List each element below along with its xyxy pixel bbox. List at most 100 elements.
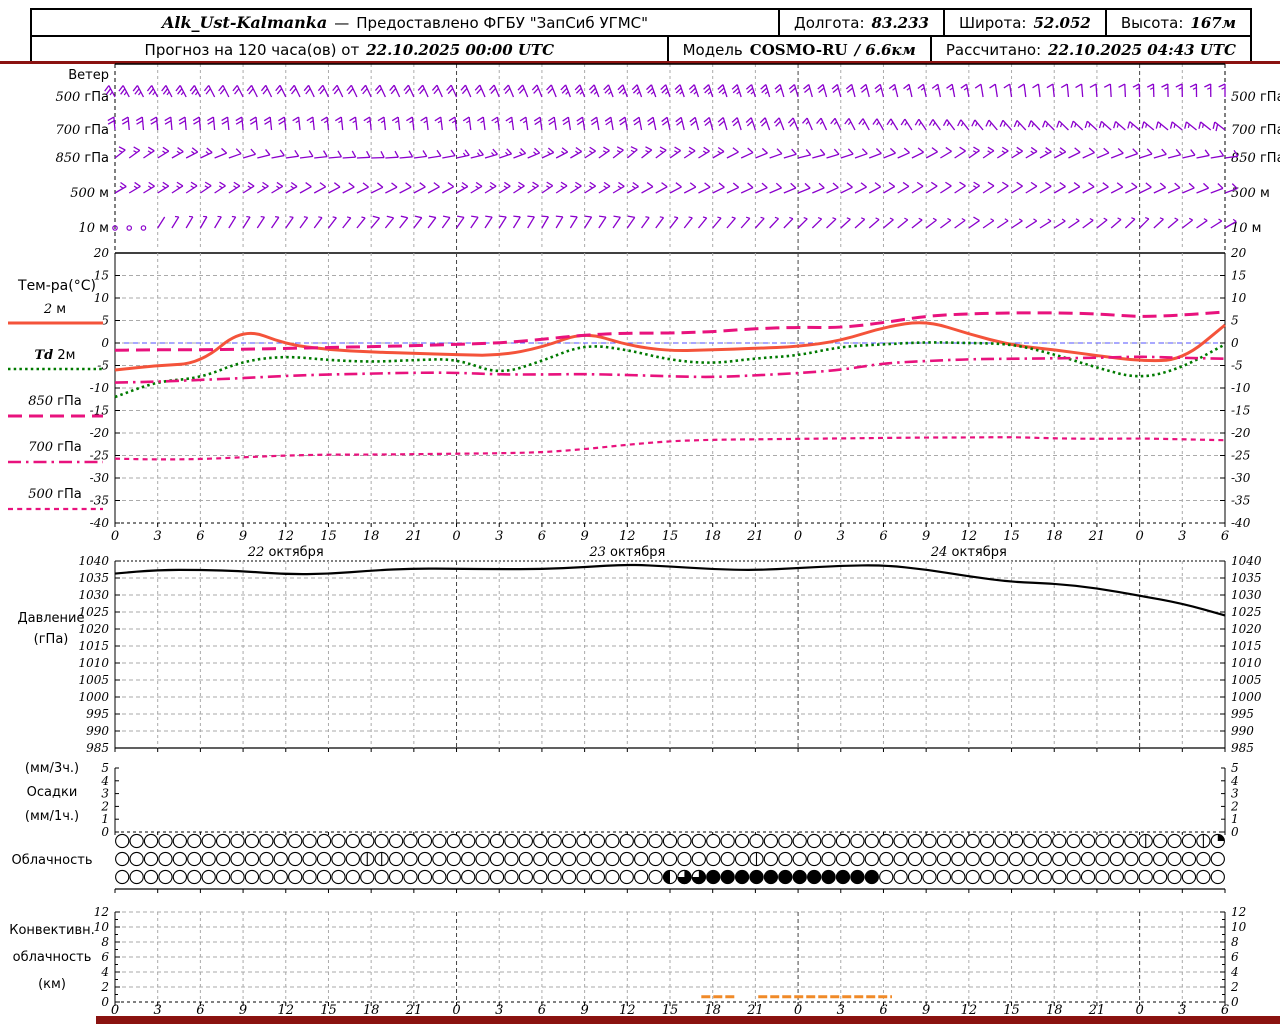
svg-text:1030: 1030 [1231,588,1262,602]
svg-text:6: 6 [879,529,887,544]
svg-text:1025: 1025 [1231,605,1262,619]
svg-text:Ветер: Ветер [68,68,109,83]
svg-text:3: 3 [154,529,162,544]
svg-text:10: 10 [1231,920,1247,934]
svg-text:500 гПа: 500 гПа [55,90,109,105]
svg-text:1000: 1000 [1231,690,1262,704]
svg-text:1010: 1010 [78,656,109,670]
svg-text:-5: -5 [1231,359,1243,373]
svg-text:-10: -10 [90,381,110,395]
svg-text:(мм/1ч.): (мм/1ч.) [25,809,79,824]
svg-text:24 октября: 24 октября [930,545,1007,560]
svg-text:850 гПа: 850 гПа [28,394,82,409]
svg-text:1040: 1040 [1231,554,1262,568]
svg-text:6: 6 [196,529,204,544]
svg-text:850 гПа: 850 гПа [1231,151,1280,166]
svg-text:985: 985 [1231,741,1254,755]
svg-text:15: 15 [1003,529,1020,544]
svg-text:0: 0 [111,529,119,544]
svg-text:850 гПа: 850 гПа [55,151,109,166]
svg-text:9: 9 [580,529,588,544]
svg-text:9: 9 [922,529,930,544]
svg-text:облачность: облачность [13,950,92,965]
svg-text:700 гПа: 700 гПа [1231,123,1280,138]
svg-text:2: 2 [1230,980,1239,994]
svg-text:(гПа): (гПа) [34,632,69,647]
svg-text:10: 10 [94,920,110,934]
svg-text:8: 8 [1231,935,1239,949]
svg-text:0: 0 [1135,529,1143,544]
svg-text:21: 21 [405,529,423,544]
svg-text:0: 0 [1231,995,1239,1009]
svg-text:1005: 1005 [78,673,109,687]
svg-text:10 м: 10 м [1231,221,1262,236]
svg-text:1010: 1010 [1231,656,1262,670]
svg-text:3: 3 [837,529,845,544]
svg-text:10 м: 10 м [79,221,110,236]
wind-barbs [104,83,1239,231]
svg-text:2: 2 [100,980,109,994]
svg-text:21: 21 [1088,529,1106,544]
svg-text:700 гПа: 700 гПа [28,440,82,455]
svg-text:0: 0 [452,529,460,544]
svg-text:0: 0 [794,529,802,544]
svg-text:1030: 1030 [78,588,109,602]
pressure-panel: 1040 10401035 10351030 10301025 10251020 1020… [17,554,1261,755]
svg-text:-15: -15 [1231,404,1250,418]
svg-text:-40: -40 [90,516,110,530]
svg-text:12: 12 [277,529,294,544]
svg-text:4: 4 [100,965,109,979]
precip-panel: 5 54 43 32 21 10 0(мм/3ч.)Осадки(мм/1ч.) [25,761,1239,839]
svg-text:-30: -30 [90,471,110,485]
temperature-panel: 20 2015 1510 105 50 0-5 -5-10 -10-15 -15-20 -20-2… [90,246,1251,530]
svg-text:1035: 1035 [78,571,109,585]
svg-text:990: 990 [1231,724,1254,738]
svg-text:23 октября: 23 октября [588,545,665,560]
svg-text:-20: -20 [90,426,110,440]
bottom-accent-bar [96,1016,1280,1024]
svg-text:Конвективн.: Конвективн. [9,923,95,938]
svg-text:10: 10 [1231,291,1247,305]
svg-text:20: 20 [93,246,110,260]
svg-text:4: 4 [1230,965,1239,979]
svg-text:6: 6 [538,529,546,544]
svg-text:3: 3 [1178,529,1186,544]
cloud-panel: Облачность [11,833,1226,893]
svg-text:-5: -5 [97,359,109,373]
svg-text:15: 15 [662,529,679,544]
svg-text:(км): (км) [38,977,66,992]
svg-text:0: 0 [1231,825,1239,839]
svg-text:18: 18 [704,529,721,544]
svg-text:12: 12 [94,905,109,919]
svg-text:0: 0 [101,336,109,350]
svg-text:6: 6 [1221,529,1229,544]
svg-text:Давление: Давление [17,611,84,626]
svg-text:22 октября: 22 октября [247,545,324,560]
svg-text:500 гПа: 500 гПа [1231,90,1280,105]
svg-text:5: 5 [101,314,109,328]
svg-text:1015: 1015 [1231,639,1262,653]
svg-text:6: 6 [101,950,109,964]
svg-text:6: 6 [1231,950,1239,964]
svg-text:3: 3 [495,529,503,544]
svg-text:12: 12 [961,529,978,544]
svg-text:21: 21 [746,529,764,544]
svg-text:700 гПа: 700 гПа [55,123,109,138]
svg-text:9: 9 [239,529,247,544]
svg-text:Облачность: Облачность [11,853,92,868]
svg-text:5: 5 [1231,314,1239,328]
svg-text:995: 995 [1231,707,1254,721]
svg-text:15: 15 [94,269,109,283]
svg-text:-25: -25 [1231,449,1250,463]
svg-text:18: 18 [363,529,380,544]
svg-text:12: 12 [1231,905,1246,919]
svg-text:1020: 1020 [1231,622,1262,636]
svg-text:-10: -10 [1231,381,1251,395]
svg-text:18: 18 [1046,529,1063,544]
date-axis: 22 октября 23 октября 24 октября [247,545,1007,560]
svg-text:Осадки: Осадки [27,785,78,800]
svg-text:Тем-ра(°C): Тем-ра(°C) [17,278,96,294]
hour-axis: 0 3 6 9 12 15 18 21 0 3 6 9 12 15 18 21 0 3 6 9 12 15 18 21 0 3 6 [111,529,1229,544]
svg-text:10: 10 [94,291,110,305]
svg-text:0: 0 [1231,336,1239,350]
